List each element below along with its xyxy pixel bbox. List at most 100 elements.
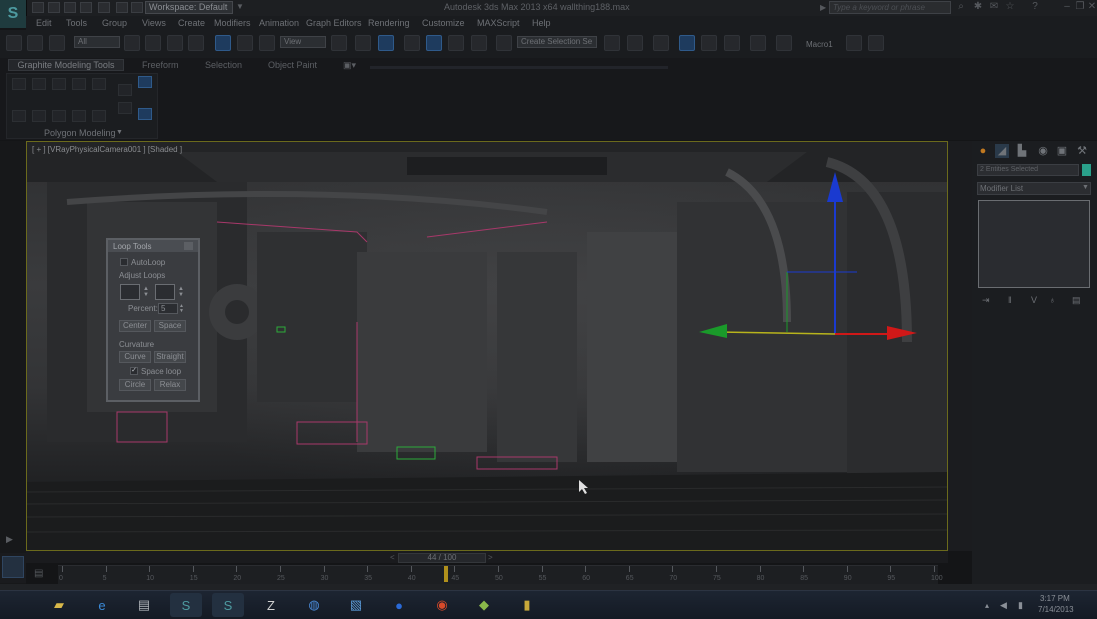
track-bar[interactable]: 0 5 10 15 20 25 30 35 40 45 50 55 60 65 70 75 80 85 90 95 10…	[58, 565, 943, 585]
remove-modifier-icon[interactable]: ♁	[1049, 295, 1056, 305]
curve-button[interactable]: Curve	[119, 351, 151, 363]
ribbon-tool-icon[interactable]	[52, 110, 66, 122]
3ds-max-2-icon[interactable]: S	[212, 593, 244, 617]
ribbon-tab-freeform[interactable]: Freeform	[142, 60, 179, 70]
3ds-max-icon[interactable]: S	[170, 593, 202, 617]
modify-tab-icon[interactable]: ◢	[995, 144, 1009, 158]
ribbon-tool-icon[interactable]	[118, 102, 132, 114]
pivot-center-icon[interactable]	[331, 35, 347, 51]
undo-icon[interactable]	[80, 2, 92, 13]
taskbar-clock-time[interactable]: 3:17 PM	[1040, 594, 1070, 603]
material-editor-icon[interactable]	[750, 35, 766, 51]
network-icon[interactable]: ▮	[1018, 600, 1023, 611]
render-setup-icon[interactable]	[776, 35, 792, 51]
menu-tools[interactable]: Tools	[66, 18, 87, 28]
ribbon-tool-icon[interactable]	[92, 78, 106, 90]
close-window-icon[interactable]: ✕	[1087, 2, 1097, 12]
select-manipulate-icon[interactable]	[355, 35, 371, 51]
relax-button[interactable]: Relax	[154, 379, 186, 391]
trackbar-toggle-icon[interactable]: ▤	[34, 568, 43, 579]
snaps-toggle-icon[interactable]	[404, 35, 420, 51]
straight-button[interactable]: Straight	[154, 351, 186, 363]
schematic-view-icon[interactable]	[724, 35, 740, 51]
quick-access-dropdown-icon[interactable]	[131, 2, 143, 13]
menu-rendering[interactable]: Rendering	[368, 18, 410, 28]
help-icon[interactable]: ?	[1030, 2, 1040, 12]
ribbon-active-tool-icon[interactable]	[138, 108, 152, 120]
menu-views[interactable]: Views	[142, 18, 166, 28]
curve-editor-icon[interactable]	[701, 35, 717, 51]
utilities-tab-icon[interactable]: ⚒	[1075, 144, 1089, 158]
network-app-icon[interactable]: ◍	[298, 593, 330, 617]
show-end-result-icon[interactable]: ‖	[1008, 295, 1012, 305]
reference-coordinate-dropdown[interactable]: View	[280, 36, 326, 48]
loop-spinner-right-icon[interactable]: ▲ ▼	[178, 286, 184, 298]
ribbon-tab-selection[interactable]: Selection	[205, 60, 242, 70]
center-button[interactable]: Center	[119, 320, 151, 332]
graphite-modeling-toggle-icon[interactable]	[679, 35, 695, 51]
time-slider[interactable]: 44 / 100	[398, 553, 486, 563]
new-file-icon[interactable]	[32, 2, 44, 13]
rendered-frame-window-icon[interactable]	[846, 35, 862, 51]
menu-maxscript[interactable]: MAXScript	[477, 18, 520, 28]
viewport-label[interactable]: [ + ] [VRayPhysicalCamera001 ] [Shaded ]	[32, 145, 182, 154]
ribbon-tool-icon[interactable]	[52, 78, 66, 90]
loop-tools-close-icon[interactable]	[184, 242, 193, 250]
align-icon[interactable]	[627, 35, 643, 51]
redo-icon[interactable]	[98, 2, 110, 13]
select-and-rotate-icon[interactable]	[237, 35, 253, 51]
menu-edit[interactable]: Edit	[36, 18, 52, 28]
ribbon-tool-icon[interactable]	[118, 84, 132, 96]
project-folder-icon[interactable]	[116, 2, 128, 13]
favorites-star-icon[interactable]: ☆	[1005, 2, 1015, 12]
render-production-teapot-icon[interactable]	[868, 35, 884, 51]
select-object-icon[interactable]	[124, 35, 140, 51]
app-logo-icon[interactable]: S	[0, 0, 27, 28]
configure-modifier-sets-icon[interactable]: ▤	[1072, 295, 1081, 306]
menu-create[interactable]: Create	[178, 18, 205, 28]
time-prev-icon[interactable]: <	[390, 553, 395, 562]
subscription-icon[interactable]: ✱	[973, 2, 983, 12]
save-file-icon[interactable]	[64, 2, 76, 13]
modifier-list-dropdown[interactable]: Modifier List	[977, 182, 1091, 195]
create-tab-icon[interactable]: ●	[976, 144, 990, 158]
communication-icon[interactable]: ✉	[989, 2, 999, 12]
select-by-name-icon[interactable]	[145, 35, 161, 51]
ribbon-tool-icon[interactable]	[12, 110, 26, 122]
workspace-chevron-icon[interactable]: ▼	[236, 2, 244, 11]
time-next-icon[interactable]: >	[488, 553, 493, 562]
autoloop-checkbox[interactable]	[120, 258, 128, 266]
angle-snap-icon[interactable]	[426, 35, 442, 51]
restore-window-icon[interactable]: ❐	[1075, 2, 1085, 12]
play-arrow-icon[interactable]: ▶	[6, 534, 13, 545]
window-crossing-icon[interactable]	[188, 35, 204, 51]
ribbon-tool-icon[interactable]	[12, 78, 26, 90]
explorer-icon[interactable]: ▰	[43, 593, 75, 617]
percent-input[interactable]: 5	[158, 303, 178, 314]
loop-increase-icon[interactable]	[155, 284, 175, 300]
select-and-link-icon[interactable]	[6, 35, 22, 51]
media-player-icon[interactable]: ●	[383, 593, 415, 617]
taskbar-clock-date[interactable]: 7/14/2013	[1038, 605, 1074, 614]
circle-button[interactable]: Circle	[119, 379, 151, 391]
folder-app-icon[interactable]: ◆	[468, 593, 500, 617]
layer-manager-icon[interactable]	[653, 35, 669, 51]
ribbon-tool-icon[interactable]	[32, 110, 46, 122]
ribbon-tool-icon[interactable]	[32, 78, 46, 90]
modifier-stack[interactable]	[978, 200, 1090, 288]
search-input[interactable]: Type a keyword or phrase	[829, 1, 951, 14]
minimize-window-icon[interactable]: –	[1062, 2, 1072, 12]
polygon-modeling-label[interactable]: Polygon Modeling	[44, 128, 116, 138]
percent-snap-icon[interactable]	[448, 35, 464, 51]
mirror-icon[interactable]	[604, 35, 620, 51]
image-viewer-icon[interactable]: ▧	[340, 593, 372, 617]
keyboard-shortcut-override-icon[interactable]	[378, 35, 394, 51]
loop-decrease-icon[interactable]	[120, 284, 140, 300]
rectangular-selection-icon[interactable]	[167, 35, 183, 51]
selection-info-field[interactable]: 2 Entities Selected	[977, 164, 1079, 176]
named-selection-set-dropdown[interactable]: Create Selection Se	[517, 36, 597, 48]
hierarchy-tab-icon[interactable]: ▙	[1015, 144, 1029, 158]
percent-spinner-icon[interactable]: ▲ ▼	[179, 304, 184, 314]
menu-animation[interactable]: Animation	[259, 18, 299, 28]
search-arrow-icon[interactable]: ▶	[820, 3, 826, 12]
